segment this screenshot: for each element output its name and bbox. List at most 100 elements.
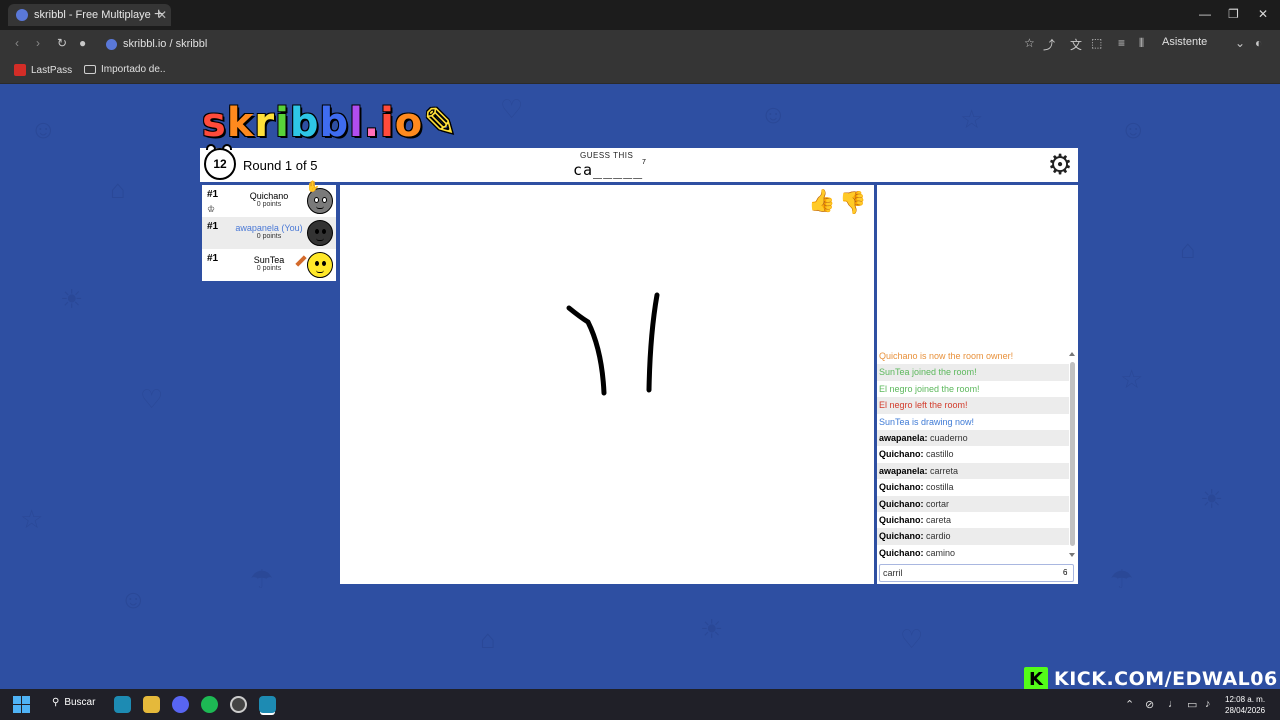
bookmark-label: Importado de.. [101, 64, 166, 75]
timer-value: 12 [213, 157, 227, 171]
skribbl-page: ☺ ⌂ ☀ ♡ ☆ ☺ ☂ ⌂ ☀ ♡ ☺ ⌂ ☆ ☀ ☂ ♡ ☺ ☆ skri… [0, 84, 1280, 689]
message-text: carreta [930, 465, 959, 476]
translate-icon[interactable]: 文 [1070, 36, 1082, 53]
clock-time: 12:08 a. m. [1225, 695, 1266, 704]
word-length: 7 [642, 159, 646, 166]
drawing-stroke [646, 292, 660, 393]
doodle-heart-icon: ♡ [500, 94, 524, 124]
reload-icon[interactable]: ↻ [57, 36, 67, 50]
chevron-down-icon[interactable]: ⌄ [1235, 36, 1245, 50]
microphone-icon[interactable]: ● [79, 36, 86, 50]
share-icon[interactable]: ⤴ [1043, 36, 1055, 53]
doodle-star-icon: ☆ [1120, 364, 1144, 394]
doodle-star-icon: ☆ [20, 504, 44, 534]
windows-taskbar: ⚲ Buscar ⌃ ⊘ ♩ ▭ ♪ 12:08 a. m. 28/04/202… [0, 689, 1280, 720]
game-top-bar: 12 Round 1 of 5 GUESS THIS ca_____ 7 ⚙ [200, 144, 1078, 182]
discord-icon[interactable] [172, 696, 189, 713]
message-author: Quichano: [879, 531, 924, 542]
drawing-strokes [566, 292, 660, 396]
doodle-smiley-icon: ☺ [760, 99, 787, 129]
url-field[interactable]: skribbl.io / skribbl [106, 35, 207, 53]
thumbs-down-icon[interactable]: 👎 [839, 190, 866, 216]
display-icon[interactable]: ▭ [1187, 698, 1197, 711]
windows-start-icon[interactable] [13, 696, 30, 713]
bookmark-star-icon[interactable]: ☆ [1024, 36, 1035, 50]
message-author: awapanela: [879, 432, 928, 443]
mic-tray-icon[interactable]: ♩ [1168, 698, 1179, 710]
avatar-mouth [316, 270, 324, 273]
player-row[interactable]: #1 awapanela (You) 0 points [202, 217, 336, 249]
doodle-umbrella-icon: ☂ [1110, 564, 1134, 594]
player-rank: #1 [207, 221, 219, 232]
window-close-icon[interactable]: ✕ [1258, 7, 1268, 21]
minimize-icon[interactable]: — [1199, 7, 1211, 21]
browser-tab[interactable]: skribbl - Free Multiplayer I ✕ [8, 4, 171, 26]
guess-label: GUESS THIS [580, 151, 634, 160]
player-row[interactable]: #1 ♔ Quichano 0 points ✋ [202, 181, 336, 217]
message-text: castillo [926, 449, 954, 460]
message-text: cardio [926, 531, 951, 542]
scroll-down-arrow-icon[interactable] [1069, 553, 1075, 557]
steam-icon[interactable] [230, 696, 247, 713]
player-avatar [307, 252, 333, 278]
lastpass-icon [14, 64, 26, 76]
doodle-sun-icon: ☀ [60, 284, 84, 314]
file-explorer-icon[interactable] [143, 696, 160, 713]
player-row[interactable]: #1 SunTea 0 points [202, 249, 336, 281]
bookmark-folder-imported[interactable]: Importado de.. [84, 64, 165, 75]
system-message: SunTea is drawing now! [879, 416, 975, 427]
spotify-icon[interactable] [201, 696, 218, 713]
chat-guess-input[interactable] [879, 564, 1074, 582]
bookmark-lastpass[interactable]: LastPass [14, 64, 72, 76]
assistant-button[interactable]: Asistente [1162, 36, 1207, 48]
edge-browser-icon[interactable] [114, 696, 131, 713]
doodle-heart-icon: ♡ [900, 624, 924, 654]
players-list: #1 ♔ Quichano 0 points ✋ #1 awapanela (Y… [202, 181, 336, 281]
doodle-house-icon: ⌂ [110, 174, 126, 204]
doodle-smiley-icon: ☺ [30, 114, 57, 144]
chat-message: Quichano: cortar [877, 495, 1069, 512]
scroll-up-arrow-icon[interactable] [1069, 352, 1075, 356]
thumbs-up-icon[interactable]: 👍 [808, 188, 835, 214]
taskbar-search[interactable]: ⚲ Buscar [52, 697, 95, 708]
restore-icon[interactable]: ❐ [1228, 7, 1239, 21]
tray-chevron-icon[interactable]: ⌃ [1125, 698, 1134, 711]
menu-lines-icon[interactable]: ≡ [1118, 36, 1125, 50]
message-author: awapanela: [879, 465, 928, 476]
message-text: cortar [926, 498, 950, 509]
edge-browser-active-icon[interactable] [259, 696, 276, 713]
search-label: Buscar [64, 697, 96, 708]
message-author: Quichano: [879, 482, 924, 493]
url-text: skribbl.io / skribbl [123, 38, 208, 50]
drawing-canvas[interactable]: 👍 👎 [340, 185, 874, 584]
player-points: 0 points [256, 201, 282, 208]
system-message: El negro left the room! [879, 400, 968, 411]
chat-message: Quichano: costilla [877, 479, 1069, 495]
player-name: awapanela (You) [235, 223, 303, 233]
doodle-sun-icon: ☀ [700, 614, 724, 644]
message-author: Quichano: [879, 514, 924, 525]
message-author: Quichano: [879, 547, 924, 558]
network-icon[interactable]: ⊘ [1145, 698, 1154, 711]
message-text: careta [926, 514, 952, 525]
settings-gear-icon[interactable]: ⚙ [1046, 151, 1074, 179]
new-tab-icon[interactable]: + [154, 6, 163, 24]
chat-scrollbar[interactable] [1069, 348, 1077, 561]
audio-icon[interactable]: ⫴ [1139, 36, 1144, 51]
avatar-eye [314, 197, 319, 203]
system-message: SunTea joined the room! [879, 367, 977, 378]
chat-message: Quichano: cardio [877, 528, 1069, 545]
avatar-mouth [316, 206, 324, 209]
taskbar-clock[interactable]: 12:08 a. m. 28/04/2026 [1225, 694, 1265, 716]
tab-title: skribbl - Free Multiplayer I [34, 9, 151, 21]
back-icon[interactable]: ‹ [15, 36, 19, 50]
doodle-heart-icon: ♡ [140, 384, 164, 414]
clock-date: 28/04/2026 [1225, 706, 1266, 715]
volume-icon[interactable]: ♪ [1205, 698, 1211, 710]
extensions-icon[interactable]: ⬚ [1091, 36, 1102, 50]
forward-icon[interactable]: › [36, 36, 40, 50]
folder-icon [84, 65, 96, 74]
scroll-thumb[interactable] [1070, 362, 1075, 546]
profile-icon[interactable]: ◐ [1255, 36, 1262, 50]
input-char-count: 6 [1063, 568, 1068, 577]
